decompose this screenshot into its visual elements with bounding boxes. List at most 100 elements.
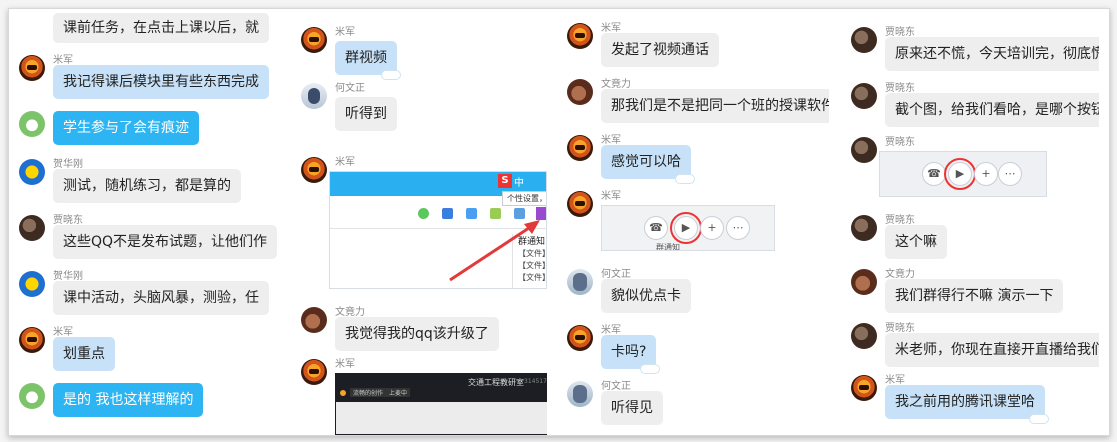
sender-name: 何文正 — [335, 83, 365, 94]
message-bubble[interactable]: 这些QQ不是发布试题，让他们作 — [53, 225, 278, 259]
sender-name: 米军 — [601, 23, 621, 34]
sender-name: 米军 — [601, 325, 621, 336]
avatar[interactable] — [851, 323, 877, 349]
user-avatar-icon — [340, 390, 346, 396]
cloud-icon — [640, 364, 661, 374]
avatar[interactable] — [19, 159, 45, 185]
avatar[interactable] — [567, 381, 593, 407]
red-arrow-icon — [449, 220, 540, 282]
message-bubble[interactable]: 截个图，给我们看哈，是哪个按钮呀 — [885, 93, 1099, 127]
avatar[interactable] — [567, 269, 593, 295]
cloud-icon — [675, 174, 695, 184]
avatar[interactable] — [301, 27, 327, 53]
avatar[interactable] — [851, 375, 877, 401]
avatar[interactable] — [19, 271, 45, 297]
message-bubble[interactable]: 我记得课后模块里有些东西完成 — [53, 65, 269, 99]
sender-name: 贾晓东 — [885, 27, 915, 38]
message-bubble[interactable]: 是的 我也这样理解的 — [53, 383, 204, 417]
message-bubble[interactable]: 这个嘛 — [885, 225, 947, 259]
avatar[interactable] — [851, 83, 877, 109]
highlight-circle — [670, 212, 702, 244]
screen-share-icon[interactable]: + — [974, 162, 998, 186]
message-bubble[interactable]: 米老师，你现在直接开直播给我们演 — [885, 333, 1099, 367]
avatar[interactable] — [567, 79, 593, 105]
sender-name: 米军 — [53, 327, 73, 338]
message-bubble[interactable]: 听得见 — [601, 391, 663, 425]
message-bubble[interactable]: 卡吗? — [601, 335, 661, 374]
avatar[interactable] — [19, 215, 45, 241]
sender-name: 米军 — [601, 191, 621, 202]
screenshot-image[interactable]: ☎ ▶ + ⋯ 群通知 — [601, 205, 775, 251]
message-bubble[interactable]: 课中活动，头脑风暴，测验，任 — [53, 281, 269, 315]
more-options-icon[interactable]: ⋯ — [998, 162, 1022, 186]
chat-column-4: 贾晓东 原来还不慌，今天培训完，彻底慌了 贾晓东 截个图，给我们看哈，是哪个按钮… — [851, 9, 1099, 435]
user-label: 流畅的创作 — [350, 388, 387, 397]
message-bubble[interactable]: 群视频 — [335, 41, 401, 80]
message-bubble[interactable]: 貌似优点卡 — [601, 279, 691, 313]
message-bubble[interactable]: 感觉可以哈 — [601, 145, 695, 184]
avatar[interactable] — [19, 55, 45, 81]
cloud-icon — [381, 70, 401, 80]
message-bubble[interactable]: 学生参与了会有痕迹 — [53, 111, 199, 145]
screenshot-image[interactable]: S 中 个性设置，点我 群通知 【文件】 【文件】 【文件】 — [329, 171, 547, 289]
message-bubble[interactable]: 划重点 — [53, 337, 115, 371]
avatar[interactable] — [851, 27, 877, 53]
avatar[interactable] — [19, 383, 45, 409]
avatar[interactable] — [567, 325, 593, 351]
sender-name: 贺华刚 — [53, 159, 83, 170]
screenshot-image[interactable]: ☎ ▶ + ⋯ — [879, 151, 1047, 197]
sender-name: 贾晓东 — [53, 215, 83, 226]
avatar[interactable] — [19, 111, 45, 137]
sender-name: 米军 — [335, 27, 355, 38]
avatar[interactable] — [851, 269, 877, 295]
more-options-icon[interactable]: ⋯ — [726, 216, 750, 240]
room-id: 3145178 — [524, 378, 547, 385]
sender-name: 文竟力 — [885, 269, 915, 280]
message-bubble[interactable]: 测试，随机练习，都是算的 — [53, 169, 241, 203]
toolbar-caption: 群通知 — [656, 243, 680, 251]
sender-name: 米军 — [335, 157, 355, 168]
cloud-icon — [1029, 414, 1049, 424]
screenshot-image[interactable]: 交通工程教研室 3145178 流畅的创作 上麦中 — [335, 373, 547, 435]
sender-name: 米军 — [885, 375, 905, 386]
sender-name: 贾晓东 — [885, 137, 915, 148]
avatar[interactable] — [301, 157, 327, 183]
sender-name: 米军 — [335, 359, 355, 370]
avatar[interactable] — [851, 137, 877, 163]
highlight-circle — [944, 158, 976, 190]
sender-name: 贺华刚 — [53, 271, 83, 282]
avatar[interactable] — [567, 191, 593, 217]
phone-icon[interactable]: ☎ — [644, 216, 668, 240]
sender-name: 贾晓东 — [885, 83, 915, 94]
avatar[interactable] — [301, 359, 327, 385]
sender-name: 文竟力 — [601, 79, 631, 90]
avatar[interactable] — [567, 23, 593, 49]
message-bubble[interactable]: 我们群得行不嘛 演示一下 — [885, 279, 1064, 313]
sender-name: 何文正 — [601, 269, 631, 280]
message-bubble[interactable]: 我觉得我的qq该升级了 — [335, 317, 499, 351]
message-bubble[interactable]: 原来还不慌，今天培训完，彻底慌了 — [885, 37, 1099, 71]
screen-share-icon[interactable]: + — [700, 216, 724, 240]
message-bubble[interactable]: 那我们是不是把同一个班的授课软件 — [601, 89, 829, 123]
sender-name: 贾晓东 — [885, 323, 915, 334]
sender-name: 米军 — [53, 55, 73, 66]
sender-name: 何文正 — [601, 381, 631, 392]
chat-column-3: 米军 发起了视频通话 文竟力 那我们是不是把同一个班的授课软件 米军 感觉可以哈… — [567, 9, 829, 435]
chat-column-2: 米军 群视频 何文正 听得到 米军 S 中 个性设置，点我 — [301, 9, 547, 435]
avatar[interactable] — [301, 83, 327, 109]
avatar[interactable] — [301, 307, 327, 333]
message-bubble[interactable]: 我之前用的腾讯课堂哈 — [885, 385, 1049, 424]
phone-icon[interactable]: ☎ — [922, 162, 946, 186]
avatar[interactable] — [19, 327, 45, 353]
sender-name: 米军 — [601, 135, 621, 146]
mic-status[interactable]: 上麦中 — [386, 388, 411, 397]
message-bubble[interactable]: 课前任务，在点击上课以后，就 — [53, 13, 269, 43]
sender-name: 贾晓东 — [885, 215, 915, 226]
screenshot-collage: 课前任务，在点击上课以后，就 米军 我记得课后模块里有些东西完成 学生参与了会有… — [8, 8, 1110, 436]
avatar[interactable] — [851, 215, 877, 241]
chat-column-1: 课前任务，在点击上课以后，就 米军 我记得课后模块里有些东西完成 学生参与了会有… — [19, 9, 281, 435]
message-bubble[interactable]: 发起了视频通话 — [601, 33, 719, 67]
avatar[interactable] — [567, 135, 593, 161]
sender-name: 文竟力 — [335, 307, 365, 318]
message-bubble[interactable]: 听得到 — [335, 97, 397, 131]
